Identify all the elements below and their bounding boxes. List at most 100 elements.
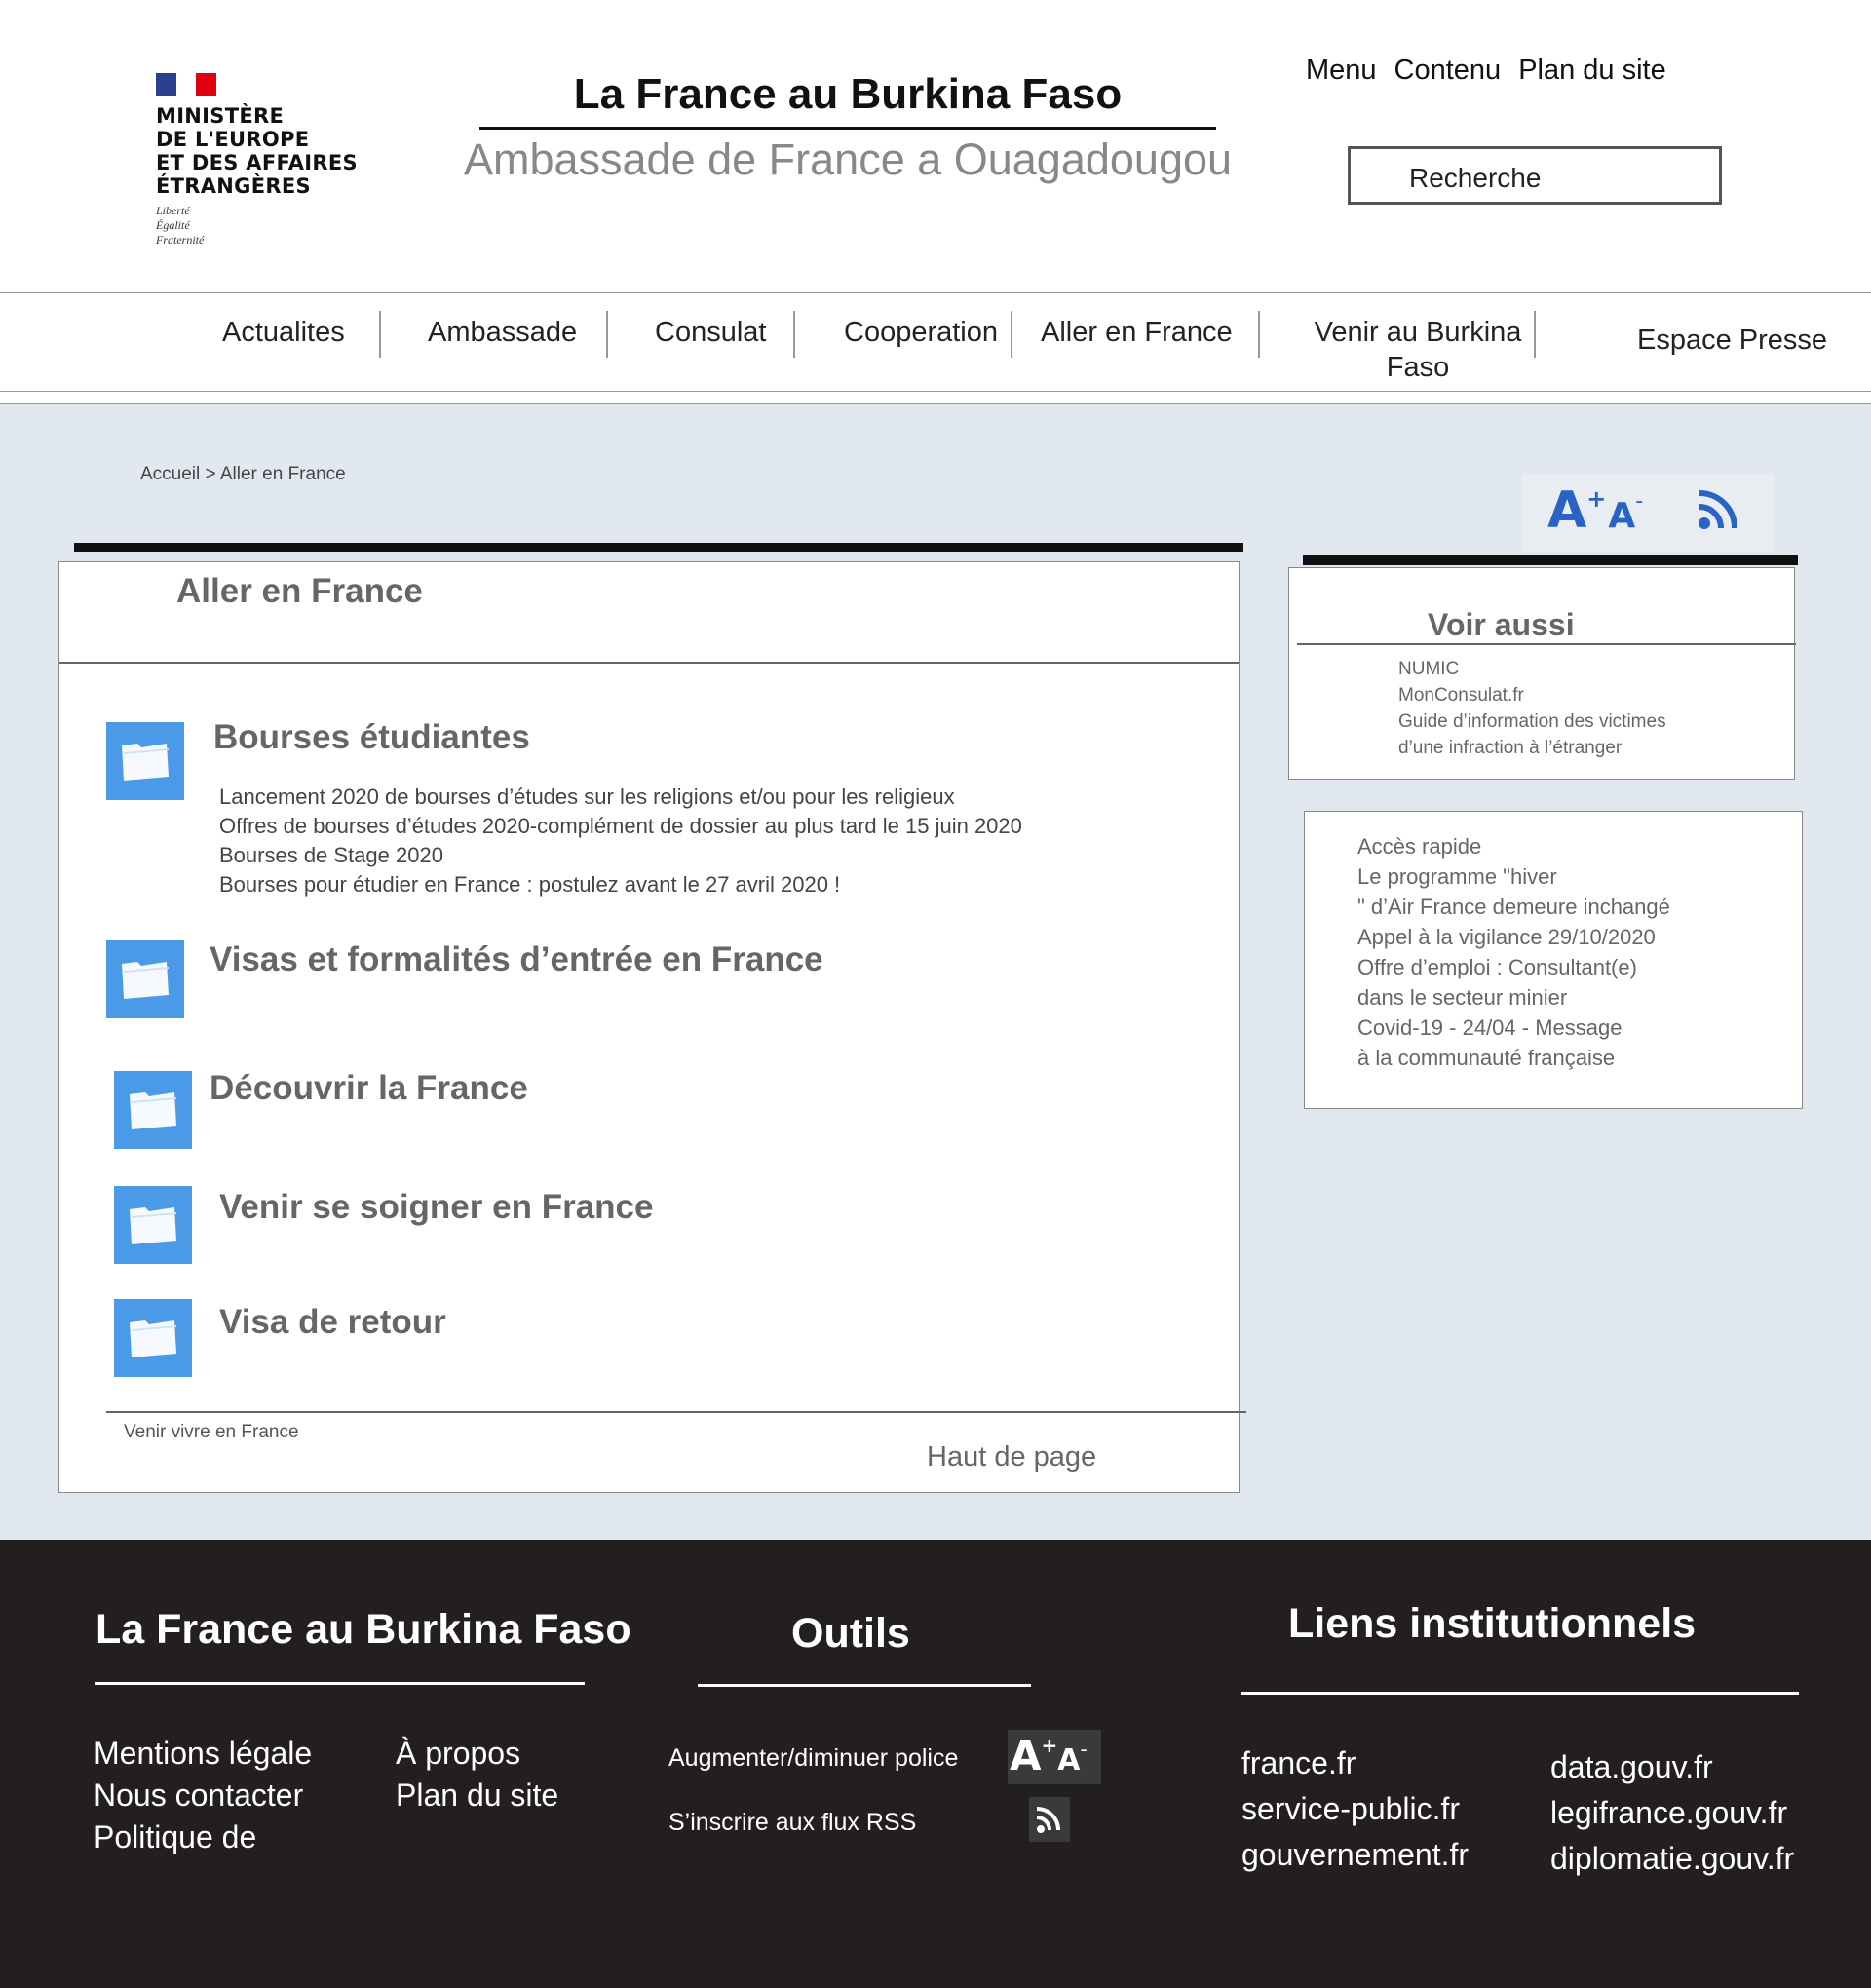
footer-rss-icon[interactable] [1029,1797,1070,1842]
quick-link-menu[interactable]: Menu [1306,55,1377,87]
font-decrease-icon: A [1608,496,1636,536]
list-item[interactable]: Appel à la vigilance 29/10/2020 [1357,922,1670,952]
footer-link[interactable]: data.gouv.fr [1550,1744,1794,1790]
bottom-divider [106,1411,1246,1413]
site-header: MINISTÈRE DE L'EUROPE ET DES AFFAIRES ÉT… [0,0,1871,292]
nav-item-label: Venir au Burkina [1314,317,1522,348]
footer-divider [1241,1692,1799,1695]
french-flag-icon [156,73,217,96]
nav-item-cooperation[interactable]: Cooperation [844,315,998,350]
plus-sign: + [1586,485,1607,513]
folder-icon[interactable] [106,722,184,800]
footer-link[interactable]: gouvernement.fr [1241,1832,1469,1878]
content-top-rule [74,543,1243,552]
footer-rss-tool-label[interactable]: S’inscrire aux flux RSS [668,1809,916,1837]
folder-icon[interactable] [114,1071,192,1149]
footer-links-col1a: Mentions légale Nous contacter Politique… [94,1733,312,1858]
footer-link[interactable]: Politique de [94,1816,312,1858]
title-underline [479,127,1216,130]
section-title-visas[interactable]: Visas et formalités d’entrée en France [210,940,823,979]
footer-font-size-button[interactable]: A+A- [1008,1730,1101,1784]
nav-separator [606,311,608,358]
footer-link[interactable]: Nous contacter [94,1775,312,1816]
font-size-toggle-button[interactable]: A+A- [1547,481,1643,540]
quick-link-plan-du-site[interactable]: Plan du site [1518,55,1666,87]
acces-rapide-box: Accès rapide Le programme "hiver " d’Air… [1304,811,1803,1109]
content-card: Aller en France Bourses étudiantes Lance… [58,561,1246,1493]
motto-line: Liberté [156,204,190,217]
title-divider [59,662,1239,664]
nav-item-espace-presse[interactable]: Espace Presse [1637,323,1827,358]
breadcrumb-separator: > [205,464,216,484]
bourses-links: Lancement 2020 de bourses d’études sur l… [219,783,1022,899]
folder-icon[interactable] [114,1299,192,1377]
breadcrumb-current[interactable]: Aller en France [220,464,346,484]
sidebar-top-rule [1303,555,1798,565]
voir-aussi-box: Voir aussi NUMIC MonConsulat.fr Guide d’… [1288,567,1796,780]
list-item[interactable]: d’une infraction à l’étranger [1398,735,1666,761]
page-tools: A+A- [1522,474,1774,552]
folder-icon[interactable] [106,940,184,1018]
ministry-logo[interactable]: MINISTÈRE DE L'EUROPE ET DES AFFAIRES ÉT… [156,73,370,248]
footer-link[interactable]: legifrance.gouv.fr [1550,1790,1794,1836]
nav-separator [379,311,381,358]
acces-rapide-list: Accès rapide Le programme "hiver " d’Air… [1357,831,1670,1073]
footer-font-tool-label[interactable]: Augmenter/diminuer police [668,1744,958,1773]
section-title-visa-retour[interactable]: Visa de retour [219,1303,446,1342]
footer-link[interactable]: diplomatie.gouv.fr [1550,1836,1794,1882]
font-increase-icon: A [1010,1732,1042,1779]
footer-liens-title: Liens institutionnels [1288,1600,1697,1647]
section-title-decouvrir[interactable]: Découvrir la France [210,1069,528,1108]
footer-link[interactable]: france.fr [1241,1740,1469,1786]
venir-vivre-link[interactable]: Venir vivre en France [124,1422,299,1443]
breadcrumb-home[interactable]: Accueil [140,464,200,484]
list-item[interactable]: Offres de bourses d’études 2020-compléme… [219,812,1022,841]
site-footer: La France au Burkina Faso Mentions légal… [0,1540,1871,1988]
logo-text-line: ÉTRANGÈRES [156,174,311,198]
breadcrumb: Accueil > Aller en France [140,464,346,485]
motto-line: Fraternité [156,233,205,247]
section-title-soigner[interactable]: Venir se soigner en France [219,1188,653,1227]
site-subtitle: Ambassade de France a Ouagadougou [463,134,1233,184]
nav-item-aller-en-france[interactable]: Aller en France [1041,315,1233,350]
list-item[interactable]: à la communauté française [1357,1043,1670,1073]
acces-rapide-heading: Accès rapide [1357,834,1482,859]
font-decrease-icon: A [1057,1743,1081,1778]
nav-item-ambassade[interactable]: Ambassade [428,315,577,350]
voir-aussi-links: NUMIC MonConsulat.fr Guide d’information… [1398,656,1666,761]
motto-line: Égalité [156,218,190,232]
nav-item-actualites[interactable]: Actualites [222,315,345,350]
section-title-bourses[interactable]: Bourses étudiantes [213,718,530,757]
search-input[interactable] [1348,146,1722,205]
nav-item-consulat[interactable]: Consulat [655,315,766,350]
footer-links-col1b: À propos Plan du site [396,1733,558,1816]
site-title[interactable]: La France au Burkina Faso [477,70,1218,119]
logo-text-line: MINISTÈRE [156,104,285,128]
nav-item-venir-au-burkina-faso[interactable]: Venir au Burkina Faso [1306,315,1530,385]
list-item[interactable]: " d’Air France demeure inchangé [1357,892,1670,922]
main-navigation: Actualites Ambassade Consulat Cooperatio… [0,292,1871,392]
list-item[interactable]: MonConsulat.fr [1398,682,1666,708]
logo-text-line: ET DES AFFAIRES [156,151,358,174]
list-item[interactable]: Offre d’emploi : Consultant(e) [1357,952,1670,982]
footer-link[interactable]: Plan du site [396,1775,558,1816]
list-item[interactable]: Guide d’information des victimes [1398,708,1666,735]
list-item[interactable]: Lancement 2020 de bourses d’études sur l… [219,783,1022,812]
footer-site-title: La France au Burkina Faso [95,1606,631,1653]
list-item[interactable]: dans le secteur minier [1357,982,1670,1013]
quick-link-contenu[interactable]: Contenu [1394,55,1502,87]
list-item[interactable]: Bourses de Stage 2020 [219,841,1022,870]
rss-icon[interactable] [1696,487,1740,532]
list-item[interactable]: Bourses pour étudier en France : postule… [219,870,1022,899]
page-title: Aller en France [176,572,423,610]
back-to-top-link[interactable]: Haut de page [927,1441,1096,1473]
footer-link[interactable]: À propos [396,1733,558,1775]
footer-link[interactable]: Mentions légale [94,1733,312,1775]
list-item[interactable]: Le programme "hiver [1357,861,1670,892]
footer-divider [698,1684,1031,1687]
footer-link[interactable]: service-public.fr [1241,1786,1469,1832]
list-item[interactable]: NUMIC [1398,656,1666,682]
minus-sign: - [1080,1738,1088,1761]
list-item[interactable]: Covid-19 - 24/04 - Message [1357,1013,1670,1043]
folder-icon[interactable] [114,1186,192,1264]
